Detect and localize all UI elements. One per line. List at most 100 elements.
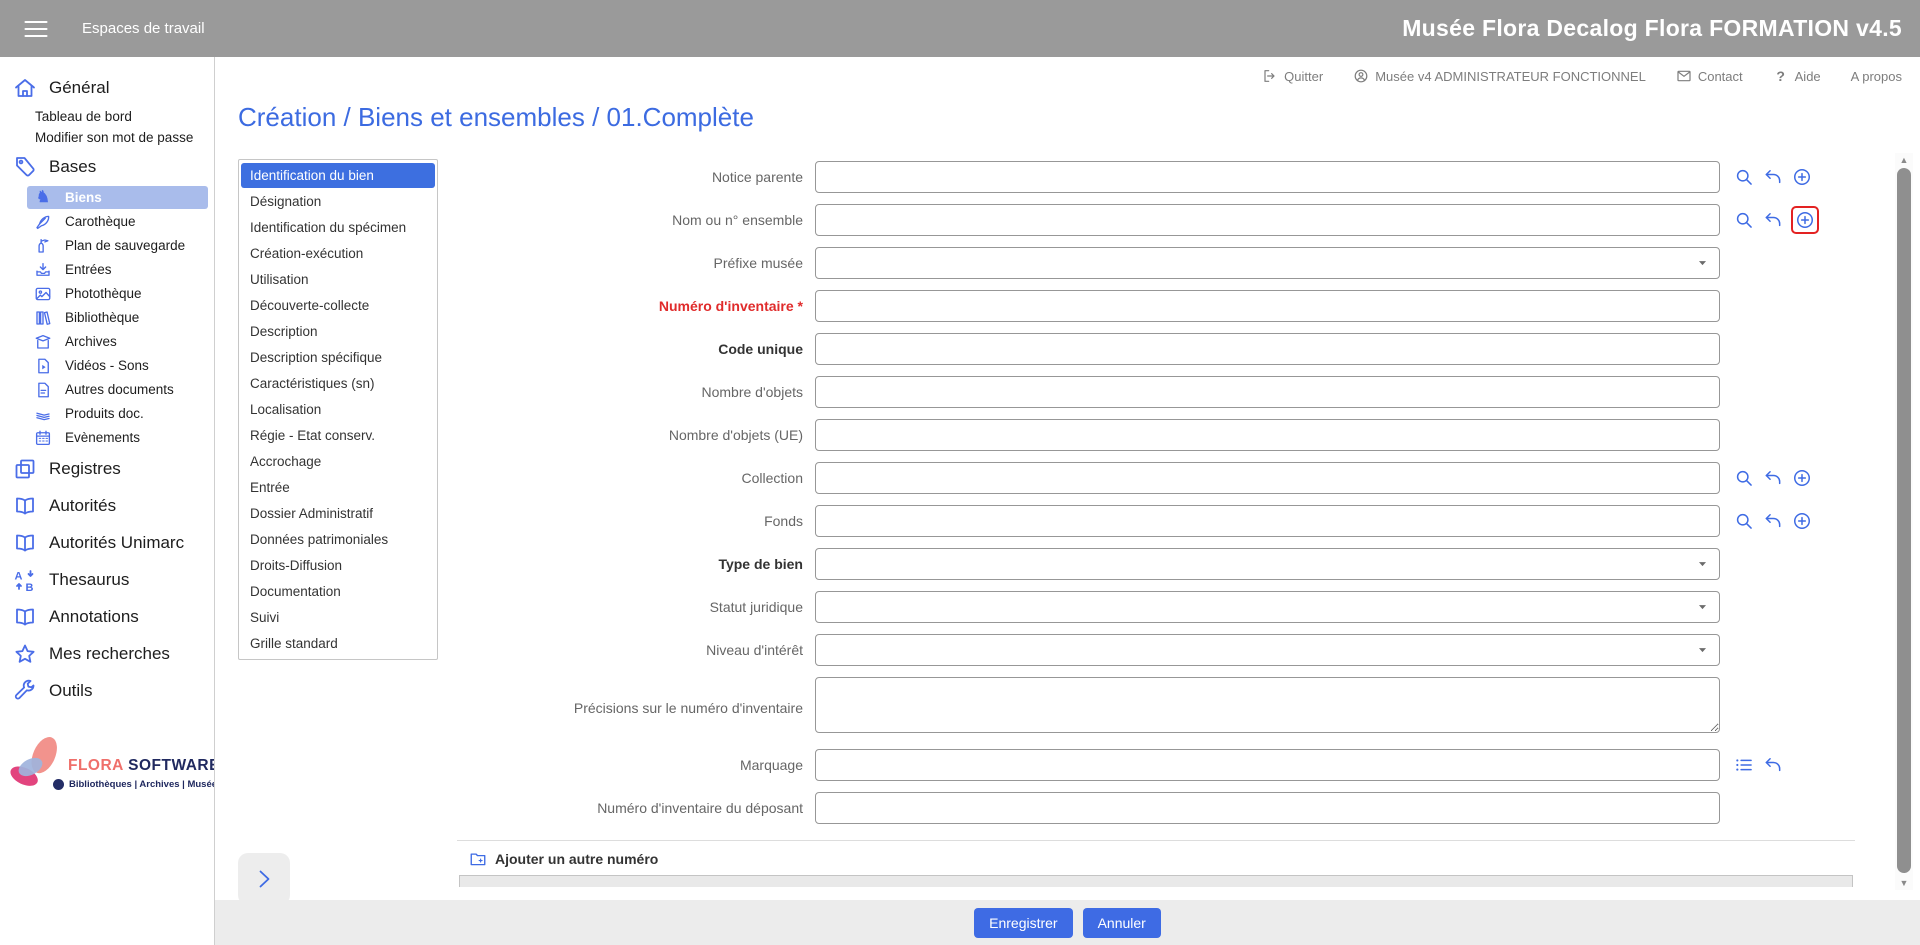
numero-d-inventaire-input[interactable]: [815, 290, 1720, 322]
tab-designation[interactable]: Désignation: [241, 189, 435, 214]
field-label: Précisions sur le numéro d'inventaire: [573, 699, 803, 716]
tab-utilisation[interactable]: Utilisation: [241, 267, 435, 292]
sidebar-section-bases[interactable]: Bases: [0, 148, 214, 185]
sidebar-section-general[interactable]: Général: [0, 69, 214, 106]
other-number-header[interactable]: Ajouter un autre numéro: [457, 841, 1855, 875]
sidebar-item-carotheque[interactable]: Carothèque: [27, 210, 208, 233]
tab-entree[interactable]: Entrée: [241, 475, 435, 500]
notice-parente-input[interactable]: [815, 161, 1720, 193]
add-circle-icon[interactable]: [1795, 210, 1815, 230]
tab-identification-du-bien[interactable]: Identification du bien: [241, 163, 435, 188]
expand-panel-button[interactable]: [238, 853, 290, 900]
sidebar-link-modifier-son-mot-de-passe[interactable]: Modifier son mot de passe: [0, 127, 214, 148]
tab-suivi[interactable]: Suivi: [241, 605, 435, 630]
save-button[interactable]: Enregistrer: [974, 907, 1073, 938]
workspace-label[interactable]: Espaces de travail: [82, 20, 205, 37]
tab-identification-du-specimen[interactable]: Identification du spécimen: [241, 215, 435, 240]
search-icon[interactable]: [1734, 167, 1754, 187]
nombre-d-objets-ue-input[interactable]: [815, 419, 1720, 451]
link-contact[interactable]: Contact: [1676, 68, 1743, 84]
sidebar-item-label: Carothèque: [65, 214, 136, 229]
nom-ou-n-ensemble-input[interactable]: [815, 204, 1720, 236]
code-unique-input[interactable]: [815, 333, 1720, 365]
sidebar-item-bibliotheque[interactable]: Bibliothèque: [27, 306, 208, 329]
undo-icon[interactable]: [1763, 167, 1783, 187]
sidebar-section-annotations[interactable]: Annotations: [0, 598, 214, 635]
sidebar-item-autres-documents[interactable]: Autres documents: [27, 378, 208, 401]
tab-documentation[interactable]: Documentation: [241, 579, 435, 604]
cancel-button[interactable]: Annuler: [1082, 907, 1161, 938]
tab-localisation[interactable]: Localisation: [241, 397, 435, 422]
tab-droits-diffusion[interactable]: Droits-Diffusion: [241, 553, 435, 578]
search-icon[interactable]: [1734, 511, 1754, 531]
sidebar-item-videos-sons[interactable]: Vidéos - Sons: [27, 354, 208, 377]
link-musee-v4-administrateur-fonctionnel[interactable]: Musée v4 ADMINISTRATEUR FONCTIONNEL: [1353, 68, 1646, 84]
vertical-scrollbar[interactable]: ▲ ▼: [1895, 153, 1913, 890]
search-icon[interactable]: [1734, 468, 1754, 488]
type-de-bien-select[interactable]: [815, 548, 1720, 580]
tab-decouverte-collecte[interactable]: Découverte-collecte: [241, 293, 435, 318]
undo-icon[interactable]: [1763, 755, 1783, 775]
wrench-icon: [13, 679, 37, 703]
field-label: Nombre d'objets (UE): [668, 427, 803, 443]
tab-accrochage[interactable]: Accrochage: [241, 449, 435, 474]
niveau-d-interet-select[interactable]: [815, 634, 1720, 666]
link-quitter[interactable]: Quitter: [1262, 68, 1323, 84]
link-aide[interactable]: ? Aide: [1773, 68, 1820, 84]
prefixe-musee-select[interactable]: [815, 247, 1720, 279]
precisions-sur-le-numero-d-inventaire-textarea[interactable]: [815, 677, 1720, 733]
tab-creation-execution[interactable]: Création-exécution: [241, 241, 435, 266]
add-circle-icon[interactable]: [1792, 511, 1812, 531]
photo-icon: [34, 285, 52, 303]
sidebar-section-registres[interactable]: Registres: [0, 450, 214, 487]
field-wrap: [815, 548, 1720, 580]
form-row-marquage: Marquage: [455, 749, 1875, 781]
hamburger-menu-icon[interactable]: [18, 15, 54, 43]
add-circle-icon[interactable]: [1792, 468, 1812, 488]
statut-juridique-select[interactable]: [815, 591, 1720, 623]
marquage-input[interactable]: [815, 749, 1720, 781]
sidebar-section-autorites[interactable]: Autorités: [0, 487, 214, 524]
sidebar-section-outils[interactable]: Outils: [0, 672, 214, 709]
sidebar-section-autorites-unimarc[interactable]: Autorités Unimarc: [0, 524, 214, 561]
sidebar-item-evenements[interactable]: Evènements: [27, 426, 208, 449]
nombre-d-objets-input[interactable]: [815, 376, 1720, 408]
add-circle-icon[interactable]: [1792, 167, 1812, 187]
tab-regie-etat-conserv[interactable]: Régie - Etat conserv.: [241, 423, 435, 448]
sidebar-item-biens[interactable]: ♞ Biens: [27, 186, 208, 209]
book-icon: [13, 531, 37, 555]
field-wrap: [815, 161, 1720, 193]
numero-d-inventaire-du-deposant-input[interactable]: [815, 792, 1720, 824]
fonds-input[interactable]: [815, 505, 1720, 537]
sidebar-item-entrees[interactable]: Entrées: [27, 258, 208, 281]
field-action-icons: [1734, 167, 1812, 187]
tab-caracteristiques-sn[interactable]: Caractéristiques (sn): [241, 371, 435, 396]
scrollbar-thumb[interactable]: [1897, 168, 1911, 873]
scroll-up-arrow[interactable]: ▲: [1895, 155, 1913, 165]
search-icon[interactable]: [1734, 210, 1754, 230]
tab-description[interactable]: Description: [241, 319, 435, 344]
sidebar-item-plan-de-sauvegarde[interactable]: Plan de sauvegarde: [27, 234, 208, 257]
collection-input[interactable]: [815, 462, 1720, 494]
tab-dossier-administratif[interactable]: Dossier Administratif: [241, 501, 435, 526]
tab-grille-standard[interactable]: Grille standard: [241, 631, 435, 656]
undo-icon[interactable]: [1763, 210, 1783, 230]
list-icon[interactable]: [1734, 755, 1754, 775]
sidebar-item-archives[interactable]: Archives: [27, 330, 208, 353]
sidebar-item-produits-doc[interactable]: Produits doc.: [27, 402, 208, 425]
undo-icon[interactable]: [1763, 511, 1783, 531]
logo-brand: FLORA SOFTWARE: [68, 757, 215, 774]
sidebar-link-tableau-de-bord[interactable]: Tableau de bord: [0, 106, 214, 127]
form-row-type-de-bien: Type de bien: [455, 548, 1875, 580]
tab-description-specifique[interactable]: Description spécifique: [241, 345, 435, 370]
link-a-propos[interactable]: A propos: [1851, 69, 1902, 84]
sidebar-section-mes-recherches[interactable]: Mes recherches: [0, 635, 214, 672]
undo-icon[interactable]: [1763, 468, 1783, 488]
sidebar-section-thesaurus[interactable]: A B Thesaurus: [0, 561, 214, 598]
sidebar-item-phototheque[interactable]: Photothèque: [27, 282, 208, 305]
sidebar-section-label: Autorités Unimarc: [49, 533, 185, 552]
field-label: Notice parente: [711, 169, 803, 185]
highlight-red-box: [1791, 206, 1819, 234]
tab-donnees-patrimoniales[interactable]: Données patrimoniales: [241, 527, 435, 552]
scroll-down-arrow[interactable]: ▼: [1895, 878, 1913, 888]
